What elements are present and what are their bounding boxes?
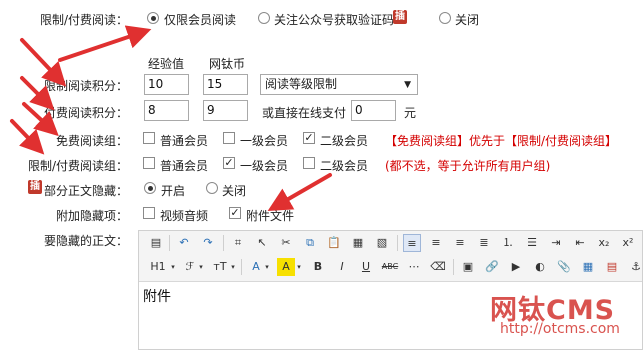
radio-members-only-label: 仅限会员阅读 <box>164 13 237 27</box>
column-coin: 网钛币 <box>209 57 246 71</box>
eraser-icon[interactable]: ⌫ <box>429 258 447 276</box>
radio-wechat-code[interactable] <box>258 12 270 24</box>
extra-hide-video-label: 视频音频 <box>160 209 209 223</box>
toolbar-divider <box>397 235 398 251</box>
redo-icon[interactable]: ↷ <box>199 234 217 252</box>
copy-icon[interactable]: ⧉ <box>301 234 319 252</box>
hr-icon[interactable]: ⋯ <box>405 258 423 276</box>
bold-button[interactable]: B <box>309 258 327 276</box>
extra-hide-video-checkbox[interactable] <box>143 207 155 219</box>
flash-icon[interactable]: ◐ <box>531 258 549 276</box>
radio-off[interactable] <box>439 12 451 24</box>
link-icon[interactable]: 🔗 <box>483 258 501 276</box>
font-color-dropdown-icon[interactable]: ▾ <box>263 258 271 276</box>
attachment-icon[interactable]: 📎 <box>555 258 573 276</box>
pay-online-input[interactable]: 0 <box>351 100 396 121</box>
extra-hide-label: 附加隐藏项： <box>55 209 128 223</box>
limit-coin-input[interactable]: 15 <box>203 74 248 95</box>
extra-hide-attachment-checkbox[interactable]: ✓ <box>229 207 241 219</box>
outdent-icon[interactable]: ⇤ <box>571 234 589 252</box>
toolbar-divider <box>223 235 224 251</box>
image-icon[interactable]: ▣ <box>459 258 477 276</box>
editor-content[interactable]: 附件 <box>143 286 171 306</box>
pay-unit-text: 元 <box>404 106 417 120</box>
undo-icon[interactable]: ↶ <box>175 234 193 252</box>
limit-group-level2-checkbox[interactable] <box>303 157 315 169</box>
partial-hide-off-label: 关闭 <box>222 184 247 198</box>
free-group-level2-checkbox[interactable]: ✓ <box>303 132 315 144</box>
insert-row-icon[interactable]: ▤ <box>603 258 621 276</box>
read-limit-label: 限制/付费阅读： <box>39 13 128 27</box>
partial-hide-label: 部分正文隐藏： <box>43 184 128 198</box>
free-group-level2-label: 二级会员 <box>320 134 369 148</box>
limit-group-level1-label: 一级会员 <box>240 159 289 173</box>
pay-online-text: 或直接在线支付 <box>262 106 347 120</box>
strikethrough-button[interactable]: ABC <box>379 258 401 276</box>
align-left-icon[interactable]: ≡ <box>403 234 421 252</box>
plugin-badge-icon: 插 <box>393 10 407 24</box>
radio-off-label: 关闭 <box>455 13 480 27</box>
column-exp: 经验值 <box>148 57 185 71</box>
underline-button[interactable]: U <box>357 258 375 276</box>
align-center-icon[interactable]: ≡ <box>427 234 445 252</box>
free-group-level1-checkbox[interactable] <box>223 132 235 144</box>
limit-group-note: (都不选，等于允许所有用户组) <box>385 159 551 173</box>
toolbar-divider <box>241 259 242 275</box>
select-icon[interactable]: ↖ <box>253 234 271 252</box>
ordered-list-icon[interactable]: ⒈ <box>499 234 517 252</box>
extra-hide-attachment-label: 附件文件 <box>246 209 295 223</box>
paste-word-icon[interactable]: ▧ <box>373 234 391 252</box>
anchor-icon[interactable]: ⚓ <box>627 258 643 276</box>
hidden-body-label: 要隐藏的正文： <box>43 234 128 248</box>
heading-dropdown-icon[interactable]: ▾ <box>169 258 177 276</box>
free-group-level1-label: 一级会员 <box>240 134 289 148</box>
source-code-icon[interactable]: ⌗ <box>229 234 247 252</box>
toolbar-divider <box>169 235 170 251</box>
highlight-color-icon[interactable]: A <box>277 258 295 276</box>
subscript-icon[interactable]: x₂ <box>595 234 613 252</box>
pay-exp-input[interactable]: 8 <box>144 100 189 121</box>
align-right-icon[interactable]: ≡ <box>451 234 469 252</box>
limit-group-level2-label: 二级会员 <box>320 159 369 173</box>
video-icon[interactable]: ▶ <box>507 258 525 276</box>
limit-points-label: 限制阅读积分： <box>43 79 128 93</box>
read-level-select-value: 阅读等级限制 <box>265 77 338 91</box>
cut-icon[interactable]: ✂ <box>277 234 295 252</box>
radio-wechat-code-label: 关注公众号获取验证码 <box>274 13 395 27</box>
paste-plain-icon[interactable]: ▦ <box>349 234 367 252</box>
limit-group-normal-label: 普通会员 <box>160 159 209 173</box>
partial-hide-on-label: 开启 <box>161 184 186 198</box>
font-dropdown-icon[interactable]: ▾ <box>197 258 205 276</box>
limit-group-normal-checkbox[interactable] <box>143 157 155 169</box>
pay-points-label: 付费阅读积分： <box>43 106 128 120</box>
free-group-normal-checkbox[interactable] <box>143 132 155 144</box>
radio-members-only[interactable] <box>147 12 159 24</box>
font-size-button[interactable]: тT <box>211 258 229 276</box>
free-group-note: 【免费阅读组】优先于【限制/付费阅读组】 <box>385 134 618 148</box>
limit-group-label: 限制/付费阅读组： <box>27 159 128 173</box>
heading-button[interactable]: H1 <box>147 258 169 276</box>
align-justify-icon[interactable]: ≣ <box>475 234 493 252</box>
free-group-label: 免费阅读组： <box>55 134 128 148</box>
table-icon[interactable]: ▦ <box>579 258 597 276</box>
indent-icon[interactable]: ⇥ <box>547 234 565 252</box>
highlight-dropdown-icon[interactable]: ▾ <box>295 258 303 276</box>
watermark-url: http://otcms.com <box>500 321 620 337</box>
partial-hide-on-radio[interactable] <box>144 182 156 194</box>
free-group-normal-label: 普通会员 <box>160 134 209 148</box>
pay-coin-input[interactable]: 9 <box>203 100 248 121</box>
italic-button[interactable]: I <box>333 258 351 276</box>
editor-toolbar: ▤ ↶ ↷ ⌗ ↖ ✂ ⧉ 📋 ▦ ▧ ≡ ≡ ≡ ≣ ⒈ ☰ ⇥ ⇤ x₂ x… <box>139 231 642 282</box>
dropdown-arrow-icon: ▼ <box>404 80 411 90</box>
paste-icon[interactable]: 📋 <box>325 234 343 252</box>
paste-text-icon[interactable]: ▤ <box>147 234 165 252</box>
limit-group-level1-checkbox[interactable]: ✓ <box>223 157 235 169</box>
size-dropdown-icon[interactable]: ▾ <box>229 258 237 276</box>
limit-exp-input[interactable]: 10 <box>144 74 189 95</box>
unordered-list-icon[interactable]: ☰ <box>523 234 541 252</box>
superscript-icon[interactable]: x² <box>619 234 637 252</box>
toolbar-divider <box>453 259 454 275</box>
partial-hide-off-radio[interactable] <box>206 182 218 194</box>
read-level-select[interactable]: 阅读等级限制 ▼ <box>260 74 418 95</box>
